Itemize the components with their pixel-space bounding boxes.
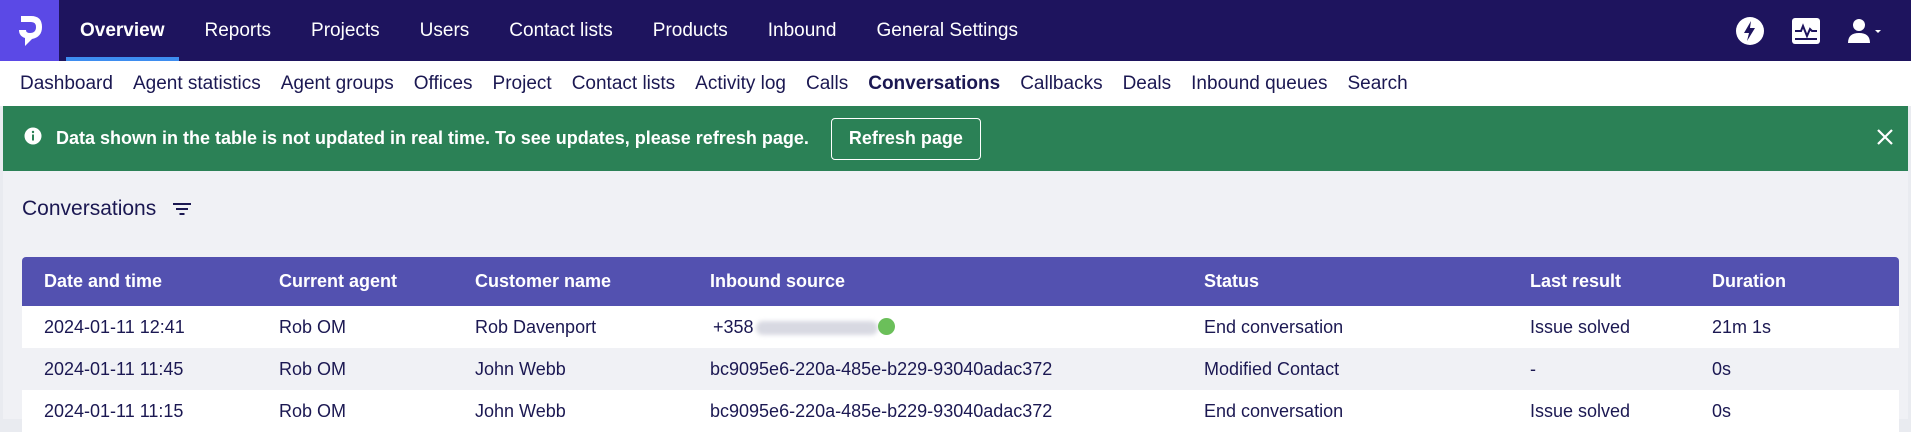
cell-status: End conversation [1204,400,1344,421]
cell-last-result: - [1530,358,1536,379]
table-row[interactable]: 2024-01-11 11:15 Rob OM John Webb bc9095… [22,390,1899,432]
header-duration[interactable]: Duration [1712,271,1786,292]
subnav-contact-lists[interactable]: Contact lists [572,73,675,95]
cell-date: 2024-01-11 11:45 [44,358,184,379]
redacted-digits [755,320,878,335]
cell-source: bc9095e6-220a-485e-b229-93040adac372 [710,358,1053,379]
cell-customer: Rob Davenport [475,316,597,337]
header-last-result[interactable]: Last result [1530,271,1621,292]
nav-inbound[interactable]: Inbound [754,0,851,61]
nav-users[interactable]: Users [406,0,484,61]
nav-general-settings[interactable]: General Settings [862,0,1032,61]
cell-duration: 0s [1712,358,1732,379]
header-customer-name[interactable]: Customer name [475,271,611,292]
section-title-text: Conversations [22,197,157,220]
cell-status: End conversation [1204,316,1344,337]
cell-agent: Rob OM [279,400,347,421]
top-icons [1735,0,1883,61]
table-header: Date and time Current agent Customer nam… [22,257,1899,306]
sub-navbar: Dashboard Agent statistics Agent groups … [0,61,1911,106]
subnav-calls[interactable]: Calls [806,73,848,95]
header-current-agent[interactable]: Current agent [279,271,397,292]
cell-duration: 0s [1712,400,1732,421]
conversations-table: Date and time Current agent Customer nam… [22,257,1899,432]
cell-agent: Rob OM [279,358,347,379]
nav-products[interactable]: Products [639,0,742,61]
user-menu-icon[interactable] [1847,18,1883,44]
nav-reports[interactable]: Reports [191,0,286,61]
refresh-notice-banner: Data shown in the table is not updated i… [3,106,1908,171]
cell-date: 2024-01-11 11:15 [44,400,184,421]
cell-source: +358 [713,317,895,338]
cell-last-result: Issue solved [1530,400,1631,421]
cell-customer: John Webb [475,400,566,421]
phone-icon [877,318,895,336]
table-row[interactable]: 2024-01-11 11:45 Rob OM John Webb bc9095… [22,348,1899,390]
nav-projects[interactable]: Projects [297,0,394,61]
subnav-inbound-queues[interactable]: Inbound queues [1191,73,1327,95]
subnav-dashboard[interactable]: Dashboard [20,73,113,95]
activity-monitor-icon[interactable] [1791,17,1821,45]
cell-duration: 21m 1s [1712,316,1772,337]
subnav-offices[interactable]: Offices [414,73,473,95]
cell-status: Modified Contact [1204,358,1340,379]
cell-date: 2024-01-11 12:41 [44,316,185,337]
filter-icon[interactable] [172,201,192,217]
refresh-page-button[interactable]: Refresh page [830,117,981,160]
subnav-search[interactable]: Search [1347,73,1407,95]
info-icon [24,127,42,150]
logo-icon [18,15,42,46]
main-content: Conversations Date and time Current agen… [3,171,1908,432]
subnav-activity-log[interactable]: Activity log [695,73,786,95]
cell-customer: John Webb [475,358,566,379]
cell-agent: Rob OM [279,316,347,337]
subnav-conversations[interactable]: Conversations [868,73,1000,95]
banner-message: Data shown in the table is not updated i… [56,128,809,148]
close-icon[interactable] [1876,128,1894,151]
nav-contact-lists[interactable]: Contact lists [495,0,626,61]
cell-last-result: Issue solved [1530,316,1631,337]
cell-source: bc9095e6-220a-485e-b229-93040adac372 [710,400,1053,421]
nav-overview[interactable]: Overview [66,0,179,61]
header-status[interactable]: Status [1204,271,1259,292]
source-phone-number: +358 [713,316,754,337]
subnav-agent-groups[interactable]: Agent groups [281,73,394,95]
table-row[interactable]: 2024-01-11 12:41 Rob OM Rob Davenport +3… [22,306,1899,348]
banner-content: Data shown in the table is not updated i… [24,117,981,160]
page-title: Conversations [22,197,192,221]
app-logo[interactable] [0,0,59,61]
subnav-callbacks[interactable]: Callbacks [1020,73,1102,95]
header-date-time[interactable]: Date and time [44,271,162,292]
main-menu: Overview Reports Projects Users Contact … [66,0,1044,61]
subnav-deals[interactable]: Deals [1123,73,1172,95]
subnav-project[interactable]: Project [493,73,552,95]
lightning-icon[interactable] [1735,16,1765,46]
top-navbar: Overview Reports Projects Users Contact … [0,0,1911,61]
subnav-agent-statistics[interactable]: Agent statistics [133,73,261,95]
header-inbound-source[interactable]: Inbound source [710,271,845,292]
